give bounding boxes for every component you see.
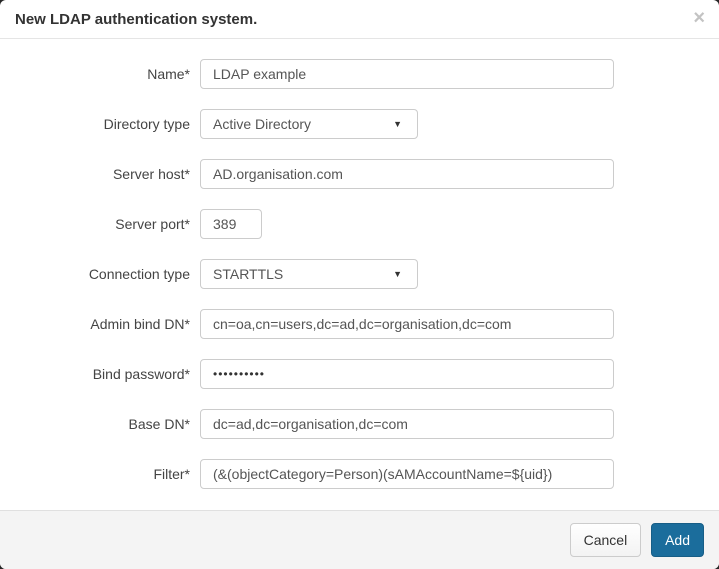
form-row-server-host: Server host* bbox=[15, 159, 704, 189]
close-icon[interactable]: × bbox=[693, 8, 705, 28]
filter-input[interactable] bbox=[200, 459, 614, 489]
server-port-label: Server port* bbox=[15, 209, 190, 239]
connection-type-select[interactable]: STARTTLS ▼ bbox=[200, 259, 418, 289]
modal-footer: Cancel Add bbox=[0, 510, 719, 569]
server-host-label: Server host* bbox=[15, 159, 190, 189]
form-row-name: Name* bbox=[15, 59, 704, 89]
add-button[interactable]: Add bbox=[651, 523, 704, 557]
form-row-directory-type: Directory type Active Directory ▼ bbox=[15, 109, 704, 139]
directory-type-value: Active Directory bbox=[213, 116, 311, 132]
server-port-input[interactable] bbox=[200, 209, 262, 239]
bind-password-label: Bind password* bbox=[15, 359, 190, 389]
form-row-filter: Filter* bbox=[15, 459, 704, 489]
name-label: Name* bbox=[15, 59, 190, 89]
base-dn-label: Base DN* bbox=[15, 409, 190, 439]
base-dn-input[interactable] bbox=[200, 409, 614, 439]
server-host-input[interactable] bbox=[200, 159, 614, 189]
form-row-admin-bind-dn: Admin bind DN* bbox=[15, 309, 704, 339]
name-input[interactable] bbox=[200, 59, 614, 89]
modal-body: Name* Directory type Active Directory ▼ … bbox=[0, 39, 719, 510]
chevron-down-icon: ▼ bbox=[393, 119, 402, 129]
bind-password-input[interactable] bbox=[200, 359, 614, 389]
form-row-connection-type: Connection type STARTTLS ▼ bbox=[15, 259, 704, 289]
chevron-down-icon: ▼ bbox=[393, 269, 402, 279]
modal-title: New LDAP authentication system. bbox=[15, 11, 704, 28]
directory-type-label: Directory type bbox=[15, 109, 190, 139]
admin-bind-dn-label: Admin bind DN* bbox=[15, 309, 190, 339]
connection-type-label: Connection type bbox=[15, 259, 190, 289]
connection-type-value: STARTTLS bbox=[213, 266, 283, 282]
form-row-base-dn: Base DN* bbox=[15, 409, 704, 439]
directory-type-select[interactable]: Active Directory ▼ bbox=[200, 109, 418, 139]
modal-header: New LDAP authentication system. × bbox=[0, 0, 719, 39]
ldap-auth-modal: New LDAP authentication system. × Name* … bbox=[0, 0, 719, 569]
filter-label: Filter* bbox=[15, 459, 190, 489]
form-row-server-port: Server port* bbox=[15, 209, 704, 239]
cancel-button[interactable]: Cancel bbox=[570, 523, 642, 557]
form-row-bind-password: Bind password* bbox=[15, 359, 704, 389]
admin-bind-dn-input[interactable] bbox=[200, 309, 614, 339]
